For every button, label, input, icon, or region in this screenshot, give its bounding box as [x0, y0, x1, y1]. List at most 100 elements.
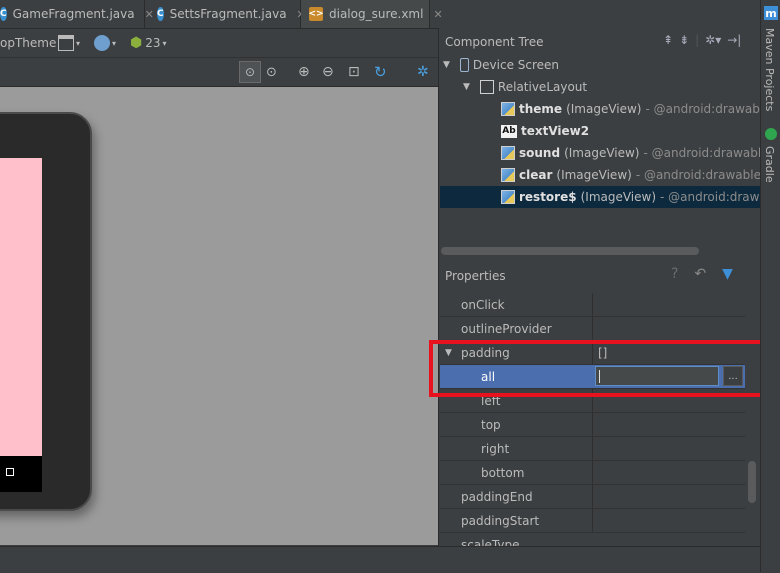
filter-icon[interactable]: ▼ — [722, 266, 733, 282]
xml-layout-icon: <> — [308, 7, 324, 21]
property-row[interactable]: top — [440, 413, 745, 437]
expand-all-icon[interactable]: ⇞ — [663, 33, 673, 47]
property-value[interactable] — [592, 461, 745, 484]
settings-button[interactable]: ✲ — [417, 58, 429, 86]
right-tool-strip: m Maven Projects Gradle — [760, 0, 780, 572]
maven-projects-tab[interactable]: Maven Projects — [763, 28, 776, 111]
property-name: bottom — [481, 465, 525, 480]
horizontal-scrollbar[interactable] — [441, 247, 699, 255]
vertical-scrollbar[interactable] — [748, 461, 756, 503]
property-name: outlineProvider — [461, 321, 552, 336]
component-tree-title: Component Tree — [445, 35, 544, 49]
recent-apps-icon — [6, 468, 14, 476]
zoom-in-button[interactable]: ⊕ — [298, 58, 310, 86]
status-bar — [0, 546, 760, 573]
property-row[interactable]: paddingEnd — [440, 485, 745, 509]
gear-icon: ✲ — [417, 64, 429, 80]
property-value[interactable] — [592, 317, 745, 340]
tree-expand-arrow-icon: ▼ — [463, 82, 470, 92]
properties-title: Properties — [445, 269, 506, 283]
textview-icon: Ab — [501, 124, 517, 138]
property-name: onClick — [461, 297, 505, 312]
tree-node-type: (ImageView) — [556, 168, 632, 182]
gear-icon[interactable]: ✲▾ — [705, 33, 721, 47]
property-row[interactable]: paddingStart — [440, 509, 745, 533]
tab-label: SettsFragment.java — [169, 7, 287, 21]
tree-node-type: (ImageView) — [580, 190, 657, 204]
chevron-down-icon: ▾ — [162, 38, 167, 48]
tree-node-relativelayout[interactable]: ▼ RelativeLayout — [463, 76, 587, 98]
zoom-out-button[interactable]: ⊖ — [322, 58, 334, 86]
collapse-all-icon[interactable]: ⇟ — [679, 33, 689, 47]
divider: | — [695, 33, 700, 47]
tree-node-id: theme — [519, 102, 563, 116]
globe-icon — [94, 35, 110, 51]
property-name: paddingStart — [461, 513, 540, 528]
tree-node-sound[interactable]: sound (ImageView) - @android:drawable/ic… — [501, 142, 780, 164]
tree-node-device-screen[interactable]: ▼ Device Screen — [443, 54, 559, 76]
tree-node-type: (ImageView) — [564, 146, 640, 160]
tree-node-label: Device Screen — [472, 58, 560, 72]
tab-label: dialog_sure.xml — [329, 7, 424, 21]
property-name: scaleType — [461, 537, 520, 547]
tree-node-textview2[interactable]: Ab textView2 — [501, 120, 589, 142]
zoom-fit-button[interactable]: ⊙ — [239, 58, 261, 86]
device-nav-bar — [0, 456, 42, 492]
component-tree-actions: ⇞ ⇟ | ✲▾ →| — [663, 33, 741, 47]
gradle-icon — [765, 128, 777, 140]
tree-node-id: textView2 — [521, 124, 590, 138]
tab-setts-fragment[interactable]: C SettsFragment.java ✕ — [149, 0, 306, 28]
property-row[interactable]: outlineProvider — [440, 317, 745, 341]
property-value[interactable] — [592, 485, 745, 508]
locale-button[interactable]: ▾ — [94, 29, 116, 57]
property-row[interactable]: scaleType — [440, 533, 745, 547]
chevron-down-icon: ▾ — [112, 38, 117, 48]
device-screen[interactable]: k — [0, 158, 42, 456]
property-row[interactable]: onClick — [440, 293, 745, 317]
imageview-icon — [501, 146, 515, 160]
android-icon: ⬢ — [130, 35, 143, 51]
property-value[interactable] — [592, 437, 745, 460]
layout-config-icon — [58, 35, 74, 51]
theme-selector[interactable]: opTheme — [0, 29, 56, 57]
editor-tab-bar: C GameFragment.java ✕ C SettsFragment.ja… — [0, 0, 760, 29]
property-value[interactable] — [592, 293, 745, 316]
tree-node-id: restore$ — [519, 190, 577, 204]
api-level-button[interactable]: ⬢ 23 ▾ — [130, 29, 167, 57]
tree-node-id: clear — [519, 168, 553, 182]
tree-expand-arrow-icon: ▼ — [443, 60, 450, 70]
close-icon[interactable]: ✕ — [433, 8, 442, 21]
highlight-annotation-box — [429, 340, 776, 397]
undo-icon[interactable]: ↶ — [694, 266, 706, 282]
help-icon[interactable]: ? — [671, 266, 678, 282]
design-canvas[interactable]: k — [0, 87, 438, 545]
property-row[interactable]: right — [440, 437, 745, 461]
tree-node-clear[interactable]: clear (ImageView) - @android:drawable/ic… — [501, 164, 780, 186]
screenshot-button[interactable]: ⊡ — [348, 58, 360, 86]
zoom-actual-icon: ⊙ — [266, 64, 277, 80]
tree-node-type: (ImageView) — [566, 102, 642, 116]
zoom-actual-button[interactable]: ⊙ — [266, 58, 277, 86]
property-name: paddingEnd — [461, 489, 533, 504]
tree-node-theme[interactable]: theme (ImageView) - @android:drawable/ic… — [501, 98, 780, 120]
property-value[interactable] — [592, 509, 745, 532]
layout-toolbar: opTheme ▾ ▾ ⬢ 23 ▾ — [0, 29, 438, 58]
imageview-icon — [501, 168, 515, 182]
gradle-tab[interactable]: Gradle — [763, 146, 776, 183]
device-icon — [459, 58, 469, 72]
right-panel: Component Tree ⇞ ⇟ | ✲▾ →| ▼ Device Scre… — [438, 28, 780, 547]
tree-node-id: sound — [519, 146, 561, 160]
refresh-button[interactable]: ↻ — [374, 58, 387, 86]
imageview-icon — [501, 102, 515, 116]
device-config-button[interactable]: ▾ — [58, 29, 80, 57]
java-class-icon: C — [0, 7, 7, 21]
tab-dialog-sure[interactable]: <> dialog_sure.xml ✕ — [301, 0, 443, 28]
hide-panel-icon[interactable]: →| — [727, 33, 741, 47]
tab-game-fragment[interactable]: C GameFragment.java ✕ — [0, 0, 154, 28]
property-value[interactable] — [592, 413, 745, 436]
property-name: right — [481, 441, 510, 456]
tree-node-restore[interactable]: restore$ (ImageView) - @android:drawable… — [501, 186, 780, 208]
zoom-in-icon: ⊕ — [298, 64, 310, 80]
property-row[interactable]: bottom — [440, 461, 745, 485]
tree-node-src: - @android:drawable/ic_n — [635, 168, 780, 182]
